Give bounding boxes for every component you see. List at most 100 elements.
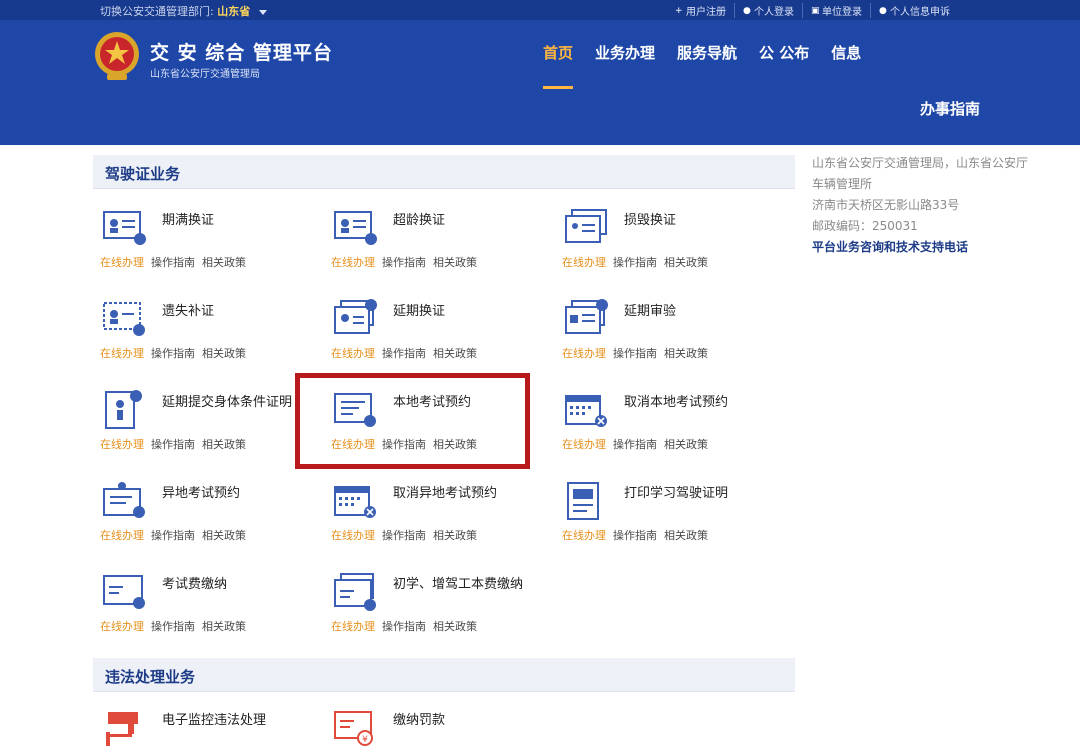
service-card: 超龄换证 在线办理 操作指南 相关政策 [331,208,551,288]
inspection-card-icon[interactable] [564,299,608,339]
policy-link[interactable]: 相关政策 [433,620,477,633]
cancel-calendar-icon[interactable] [333,481,377,521]
online-link[interactable]: 在线办理 [562,256,606,269]
online-link[interactable]: 在线办理 [331,620,375,633]
policy-link[interactable]: 相关政策 [664,256,708,269]
policy-link[interactable]: 相关政策 [664,438,708,451]
guide-link[interactable]: 操作指南 [151,620,195,633]
appeal-link[interactable]: ● 个人信息申诉 [870,3,958,18]
service-card: 遗失补证 在线办理 操作指南 相关政策 [100,299,320,379]
personal-login-link[interactable]: ● 个人登录 [734,3,802,18]
online-link[interactable]: 在线办理 [100,529,144,542]
online-link[interactable]: 在线办理 [562,347,606,360]
region-value: 山东省 [217,5,251,18]
service-name[interactable]: 延期审验 [624,303,754,321]
policy-link[interactable]: 相关政策 [433,347,477,360]
service-name[interactable]: 遗失补证 [162,303,292,321]
nav-service-guide[interactable]: 服务导航 [677,42,737,63]
service-name[interactable]: 取消异地考试预约 [393,485,523,503]
health-certificate-icon[interactable] [102,390,146,430]
id-card-icon[interactable] [102,208,146,248]
section-title: 违法处理业务 [105,668,196,686]
online-link[interactable]: 在线办理 [100,256,144,269]
policy-link[interactable]: 相关政策 [202,256,246,269]
guide-link[interactable]: 操作指南 [613,347,657,360]
policy-link[interactable]: 相关政策 [202,347,246,360]
policy-link[interactable]: 相关政策 [664,529,708,542]
guide-link[interactable]: 操作指南 [382,620,426,633]
policy-link[interactable]: 相关政策 [433,256,477,269]
guide-link[interactable]: 操作指南 [151,256,195,269]
service-name[interactable]: 异地考试预约 [162,485,292,503]
online-link[interactable]: 在线办理 [331,529,375,542]
online-link[interactable]: 在线办理 [562,529,606,542]
service-card: 延期提交身体条件证明 在线办理 操作指南 相关政策 [100,390,320,470]
remote-exam-icon[interactable] [102,481,146,521]
online-link[interactable]: 在线办理 [100,620,144,633]
policy-link[interactable]: 相关政策 [202,438,246,451]
service-name[interactable]: 电子监控违法处理 [162,712,292,730]
service-name[interactable]: 考试费缴纳 [162,576,292,594]
service-card: 初学、增驾工本费缴纳 在线办理 操作指南 相关政策 [331,572,551,652]
print-certificate-icon[interactable] [564,481,608,521]
contact-panel: 山东省公安厅交通管理局，山东省公安厅车辆管理所 济南市天桥区无影山路33号 邮政… [812,153,1032,258]
hotline-link[interactable]: 平台业务咨询和技术支持电话 [812,237,1032,258]
online-link[interactable]: 在线办理 [331,347,375,360]
fine-payment-icon[interactable]: ¥ [333,708,377,748]
guide-link[interactable]: 操作指南 [382,529,426,542]
service-name[interactable]: 缴纳罚款 [393,712,523,730]
service-name[interactable]: 期满换证 [162,212,292,230]
service-name[interactable]: 初学、增驾工本费缴纳 [393,576,523,594]
guide-link[interactable]: 操作指南 [382,256,426,269]
nav-home[interactable]: 首页 [543,42,574,89]
guide-link[interactable]: 操作指南 [613,256,657,269]
service-card: 取消本地考试预约 在线办理 操作指南 相关政策 [562,390,782,470]
nav-guide[interactable]: 办事指南 [920,98,980,119]
nav-announcement[interactable]: 公 公布 [759,42,809,63]
section-title: 驾驶证业务 [105,165,181,183]
service-name[interactable]: 损毁换证 [624,212,754,230]
service-name[interactable]: 延期提交身体条件证明 [162,394,292,412]
fee-payment-icon[interactable] [102,572,146,612]
online-link[interactable]: 在线办理 [100,438,144,451]
org-name: 山东省公安厅交通管理局，山东省公安厅车辆管理所 [812,156,1029,191]
service-name[interactable]: 延期换证 [393,303,523,321]
online-link[interactable]: 在线办理 [562,438,606,451]
guide-link[interactable]: 操作指南 [613,438,657,451]
cancel-calendar-icon[interactable] [564,390,608,430]
section-license: 驾驶证业务 [93,155,795,189]
service-card: 取消异地考试预约 在线办理 操作指南 相关政策 [331,481,551,561]
service-card: 考试费缴纳 在线办理 操作指南 相关政策 [100,572,320,652]
site-header: 切换公安交通管理部门: 山东省 + 用户注册 ● 个人登录 ▣ 单位登录 ● 个人信息申… [0,0,1080,145]
online-link[interactable]: 在线办理 [331,256,375,269]
policy-link[interactable]: 相关政策 [664,347,708,360]
region-switcher[interactable]: 切换公安交通管理部门: 山东省 [100,3,267,19]
service-card: 异地考试预约 在线办理 操作指南 相关政策 [100,481,320,561]
register-link[interactable]: + 用户注册 [667,3,734,18]
building-icon: ▣ [811,5,820,16]
guide-link[interactable]: 操作指南 [613,529,657,542]
nav-business[interactable]: 业务办理 [595,42,655,63]
guide-link[interactable]: 操作指南 [151,438,195,451]
policy-link[interactable]: 相关政策 [202,529,246,542]
company-login-link[interactable]: ▣ 单位登录 [802,3,870,18]
policy-link[interactable]: 相关政策 [202,620,246,633]
user-icon: ● [743,5,751,16]
lost-card-icon[interactable] [102,299,146,339]
service-name[interactable]: 取消本地考试预约 [624,394,754,412]
camera-icon[interactable] [102,708,146,748]
guide-link[interactable]: 操作指南 [151,529,195,542]
id-card-icon[interactable] [333,208,377,248]
fee-payment-icon[interactable] [333,572,377,612]
guide-link[interactable]: 操作指南 [382,347,426,360]
damaged-card-icon[interactable] [564,208,608,248]
online-link[interactable]: 在线办理 [100,347,144,360]
service-card: ¥ 缴纳罚款 [331,708,551,753]
guide-link[interactable]: 操作指南 [151,347,195,360]
service-name[interactable]: 打印学习驾驶证明 [624,485,754,503]
service-card: 延期审验 在线办理 操作指南 相关政策 [562,299,782,379]
extend-card-icon[interactable] [333,299,377,339]
policy-link[interactable]: 相关政策 [433,529,477,542]
service-name[interactable]: 超龄换证 [393,212,523,230]
nav-info[interactable]: 信息 [831,42,861,63]
